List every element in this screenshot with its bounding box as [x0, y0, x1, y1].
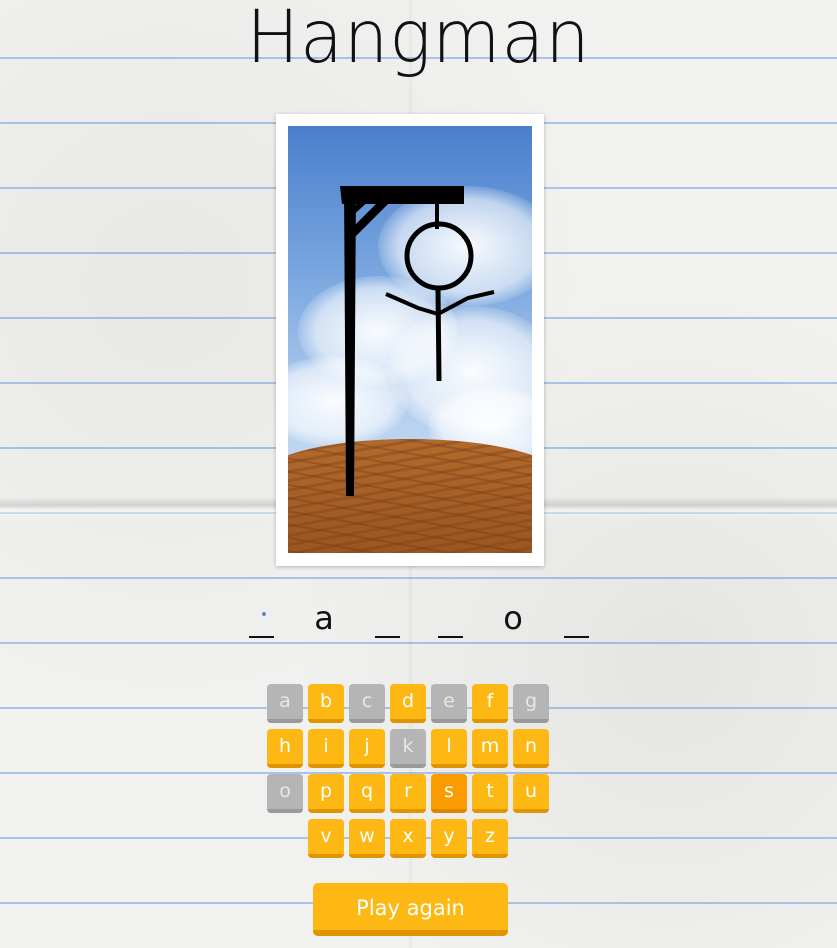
letter-key-z[interactable]: z — [472, 819, 508, 858]
left-arm — [385, 292, 439, 316]
gallows — [340, 186, 464, 496]
letter-key-w[interactable]: w — [349, 819, 385, 858]
letter-key-n[interactable]: n — [513, 729, 549, 768]
letter-key-p[interactable]: p — [308, 774, 344, 813]
letter-key-m[interactable]: m — [472, 729, 508, 768]
right-arm — [437, 290, 495, 316]
play-again-button[interactable]: Play again — [313, 883, 508, 936]
word-slot — [434, 598, 467, 638]
letter-key-l[interactable]: l — [431, 729, 467, 768]
letter-key-d[interactable]: d — [390, 684, 426, 723]
letter-key-b[interactable]: b — [308, 684, 344, 723]
word-slot: a — [314, 599, 334, 637]
letter-key-c: c — [349, 684, 385, 723]
letter-key-x[interactable]: x — [390, 819, 426, 858]
keyboard-row: vwxyz — [267, 819, 557, 858]
letter-key-f[interactable]: f — [472, 684, 508, 723]
letter-key-q[interactable]: q — [349, 774, 385, 813]
letter-key-h[interactable]: h — [267, 729, 303, 768]
head — [404, 221, 474, 291]
word-display: ao — [0, 598, 837, 638]
letter-key-s[interactable]: s — [431, 774, 467, 813]
word-slot: o — [503, 599, 523, 637]
letter-key-t[interactable]: t — [472, 774, 508, 813]
hangman-picture — [288, 126, 532, 553]
letter-key-g: g — [513, 684, 549, 723]
letter-key-i[interactable]: i — [308, 729, 344, 768]
word-slot — [245, 598, 278, 638]
letter-key-a: a — [267, 684, 303, 723]
letter-key-k: k — [390, 729, 426, 768]
letter-key-v[interactable]: v — [308, 819, 344, 858]
letter-key-e: e — [431, 684, 467, 723]
letter-keyboard: abcdefg hijklmn opqrstu vwxyz — [267, 684, 557, 864]
keyboard-row: abcdefg — [267, 684, 557, 723]
letter-key-u[interactable]: u — [513, 774, 549, 813]
keyboard-row: hijklmn — [267, 729, 557, 768]
letter-key-o: o — [267, 774, 303, 813]
letter-key-j[interactable]: j — [349, 729, 385, 768]
hangman-drawing — [340, 186, 495, 496]
letter-key-y[interactable]: y — [431, 819, 467, 858]
game-title: Hangman — [246, 0, 591, 81]
body — [435, 287, 442, 382]
word-slot — [371, 598, 404, 638]
letter-key-r[interactable]: r — [390, 774, 426, 813]
hangman-picture-frame — [276, 114, 544, 566]
keyboard-row: opqrstu — [267, 774, 557, 813]
word-slot — [560, 598, 593, 638]
